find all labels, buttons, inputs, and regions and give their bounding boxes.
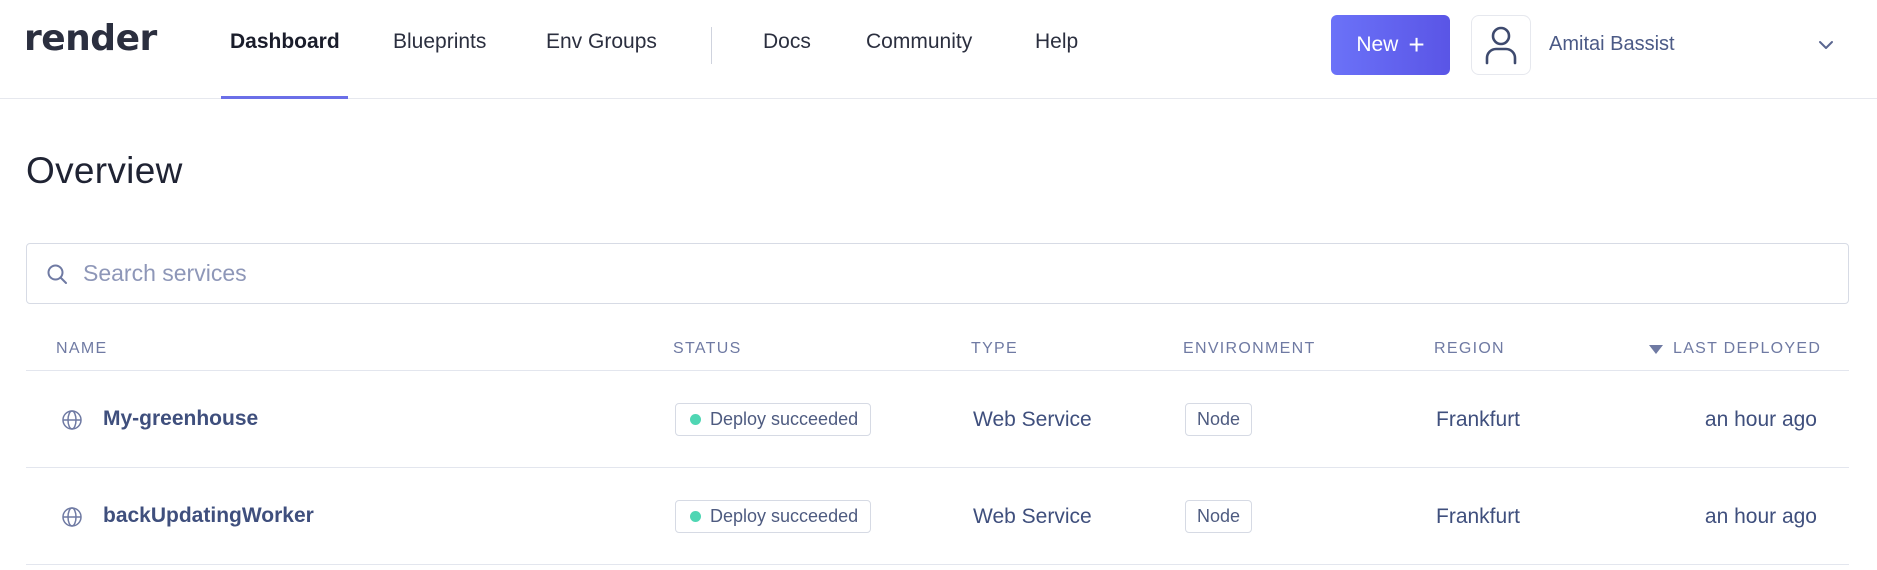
status-badge: Deploy succeeded: [675, 403, 872, 436]
status-success-dot: [690, 414, 701, 425]
nav-env-groups[interactable]: Env Groups: [546, 30, 657, 54]
column-header-status[interactable]: STATUS: [673, 340, 742, 358]
service-type: Web Service: [973, 505, 1092, 528]
column-header-region[interactable]: REGION: [1434, 340, 1505, 358]
column-header-name[interactable]: NAME: [56, 340, 107, 358]
last-deployed: an hour ago: [1704, 505, 1817, 528]
table-header: NAME STATUS TYPE ENVIRONMENT REGION LAST…: [26, 330, 1849, 371]
nav-dashboard[interactable]: Dashboard: [230, 30, 340, 54]
new-button-label: New: [1356, 33, 1399, 56]
status-text: Deploy succeeded: [710, 506, 859, 526]
last-deployed: an hour ago: [1704, 408, 1817, 431]
search-icon: [47, 264, 67, 284]
service-type: Web Service: [973, 408, 1092, 431]
service-name[interactable]: My-greenhouse: [103, 407, 258, 431]
service-region: Frankfurt: [1436, 505, 1521, 528]
status-text: Deploy succeeded: [710, 409, 859, 429]
user-name[interactable]: Amitai Bassist: [1549, 33, 1675, 56]
sort-descending-icon: [1649, 344, 1663, 354]
top-navigation-bar: render Dashboard Blueprints Env Groups D…: [0, 0, 1877, 99]
column-header-last-deployed[interactable]: LAST DEPLOYED: [1649, 340, 1821, 358]
status-badge: Deploy succeeded: [675, 500, 872, 533]
search-input[interactable]: [83, 244, 1823, 303]
table-row[interactable]: backUpdatingWorker Deploy succeeded Web …: [26, 468, 1849, 565]
nav-community[interactable]: Community: [866, 30, 972, 54]
environment-badge: Node: [1185, 403, 1253, 436]
search-bar[interactable]: [26, 243, 1849, 304]
nav-docs[interactable]: Docs: [763, 30, 811, 54]
page-title: Overview: [26, 150, 183, 191]
active-tab-indicator: [221, 96, 348, 99]
nav-help[interactable]: Help: [1035, 30, 1078, 54]
column-header-last-deployed-label: LAST DEPLOYED: [1673, 340, 1822, 357]
plus-icon: +: [1408, 29, 1425, 60]
environment-badge: Node: [1185, 500, 1253, 533]
chevron-down-icon[interactable]: [1815, 34, 1837, 56]
new-button[interactable]: New +: [1331, 15, 1450, 75]
user-icon: [1485, 26, 1517, 65]
table-row[interactable]: My-greenhouse Deploy succeeded Web Servi…: [26, 371, 1849, 468]
service-name[interactable]: backUpdatingWorker: [103, 504, 314, 528]
globe-icon: [62, 507, 82, 527]
status-success-dot: [690, 511, 701, 522]
service-region: Frankfurt: [1436, 408, 1521, 431]
user-avatar[interactable]: [1471, 15, 1531, 75]
nav-blueprints[interactable]: Blueprints: [393, 30, 486, 54]
column-header-environment[interactable]: ENVIRONMENT: [1183, 340, 1316, 358]
render-logo[interactable]: render: [24, 18, 157, 59]
nav-divider: [711, 27, 712, 64]
globe-icon: [62, 410, 82, 430]
column-header-type[interactable]: TYPE: [971, 340, 1018, 358]
